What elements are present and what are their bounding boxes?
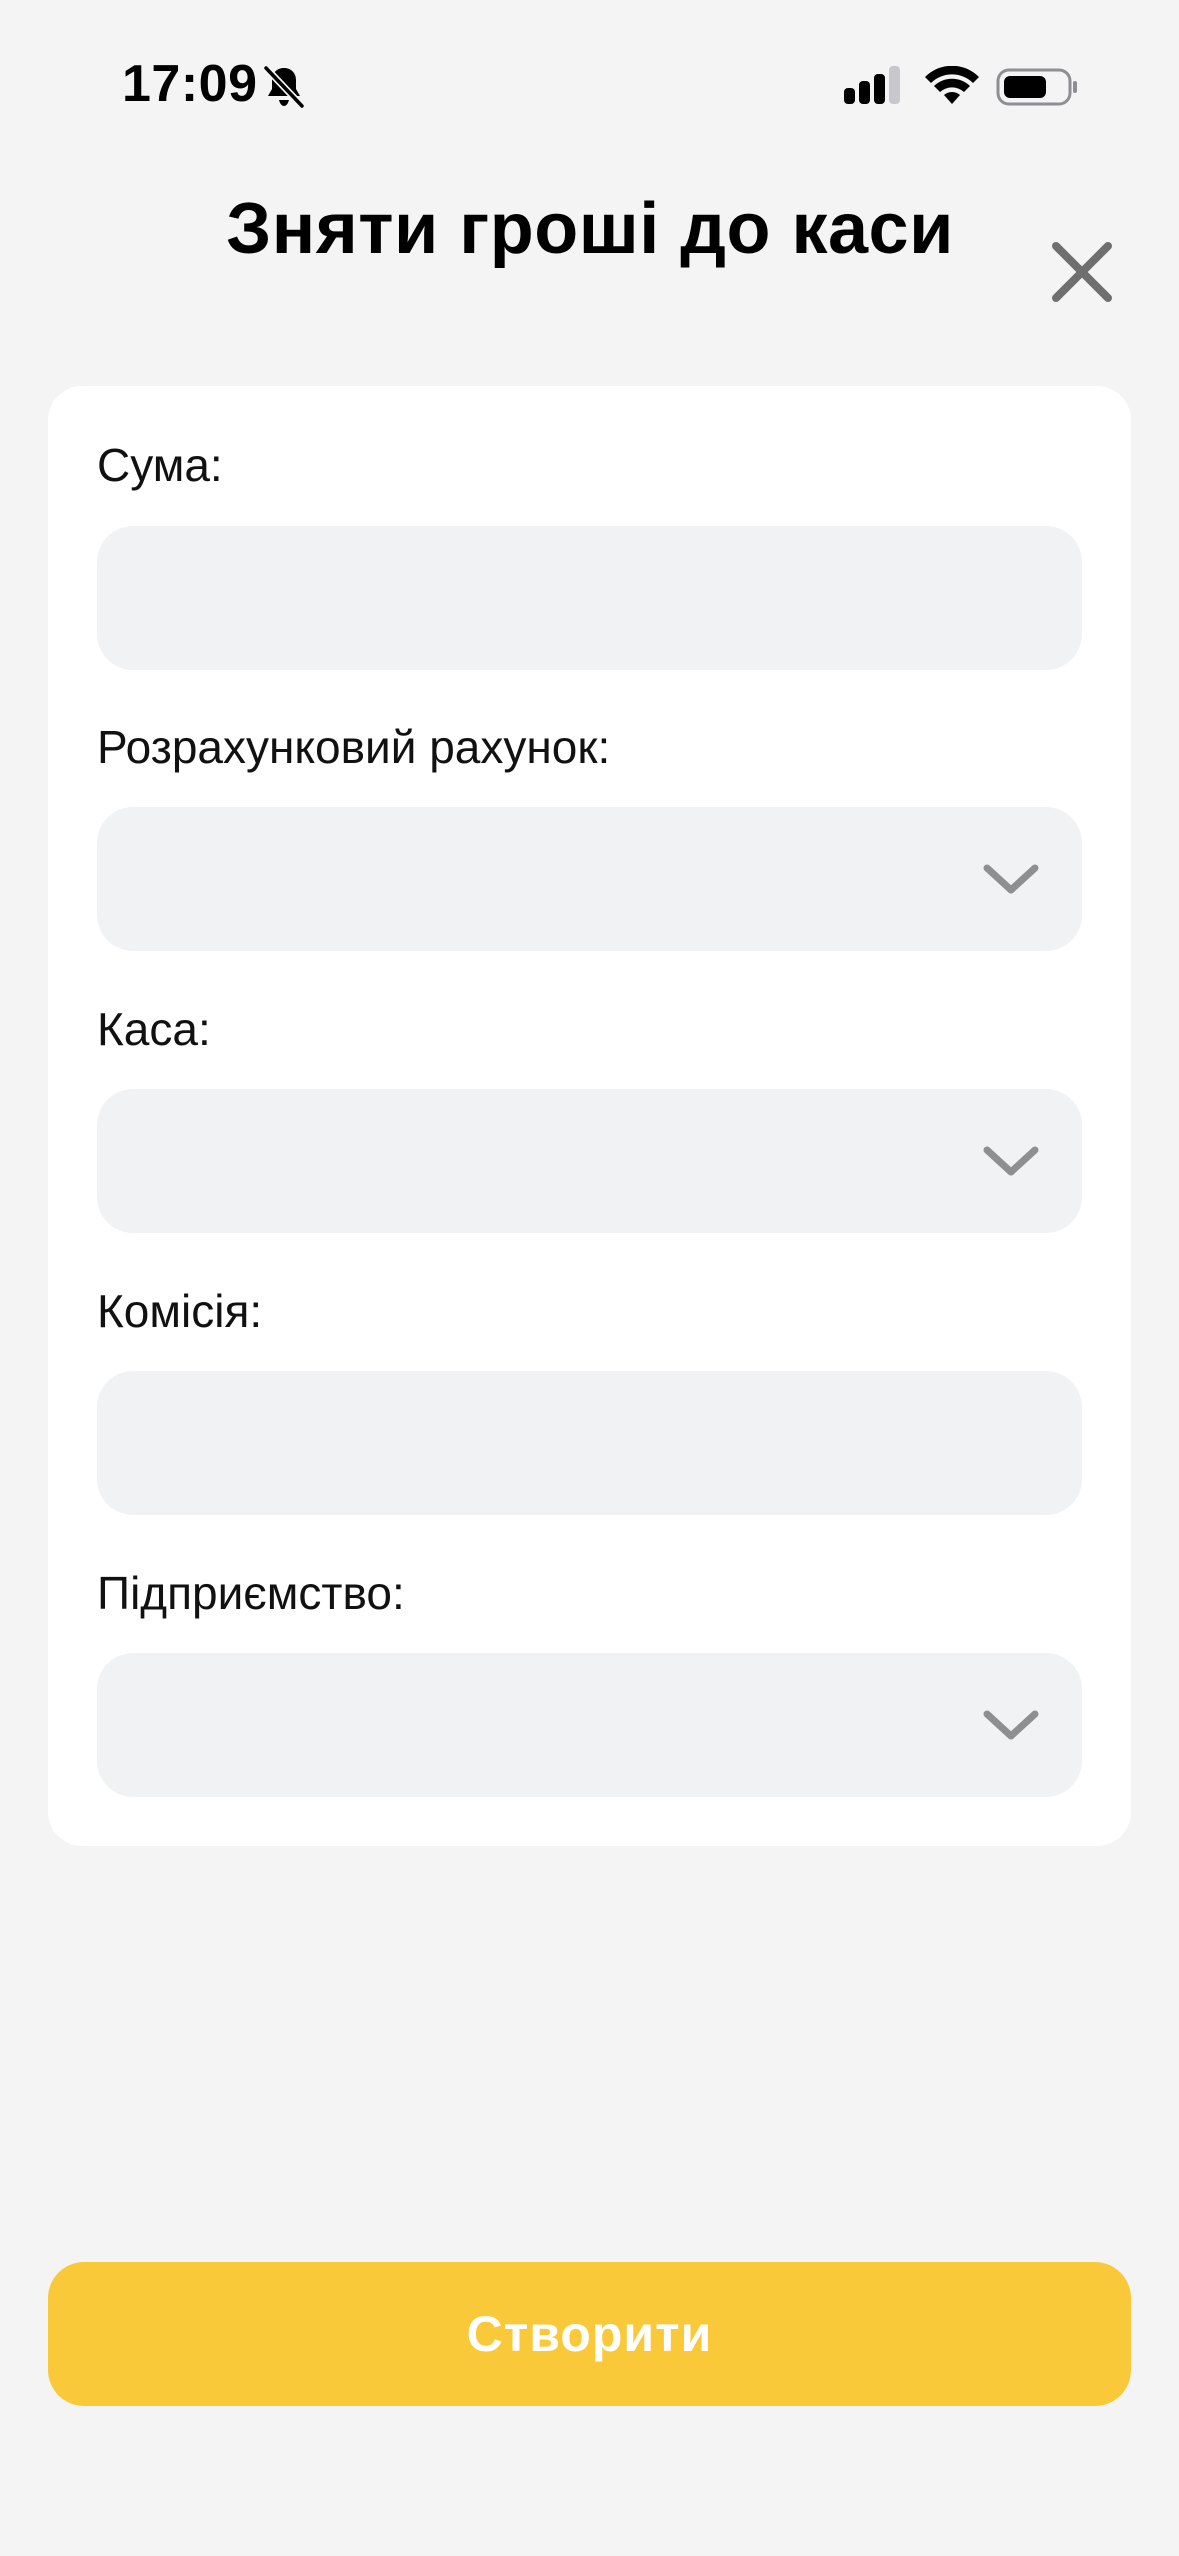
cash-register-select[interactable] <box>97 1089 1082 1233</box>
amount-label: Сума: <box>97 439 223 491</box>
page-title: Зняти гроші до каси <box>226 189 954 269</box>
close-button[interactable] <box>1040 230 1124 314</box>
enterprise-label: Підприємство: <box>97 1567 405 1619</box>
chevron-down-icon <box>983 1146 1039 1176</box>
amount-input[interactable] <box>97 526 1082 670</box>
chevron-down-icon <box>983 864 1039 894</box>
settlement-account-label: Розрахунковий рахунок: <box>97 721 611 773</box>
status-time: 17:09 <box>122 55 258 113</box>
commission-label: Комісія: <box>97 1285 263 1337</box>
wifi-icon <box>925 66 979 104</box>
signal-icon <box>844 66 900 104</box>
settlement-account-select[interactable] <box>97 807 1082 951</box>
form-card: Сума: Розрахунковий рахунок: Каса: Коміс… <box>48 386 1131 1846</box>
cash-register-label: Каса: <box>97 1003 211 1055</box>
bell-off-icon <box>263 65 305 109</box>
commission-input[interactable] <box>97 1371 1082 1515</box>
close-icon <box>1052 242 1112 302</box>
status-bar: 17:09 <box>0 0 1179 140</box>
create-button[interactable]: Створити <box>48 2262 1131 2406</box>
chevron-down-icon <box>983 1710 1039 1740</box>
battery-icon <box>996 68 1077 106</box>
enterprise-select[interactable] <box>97 1653 1082 1797</box>
